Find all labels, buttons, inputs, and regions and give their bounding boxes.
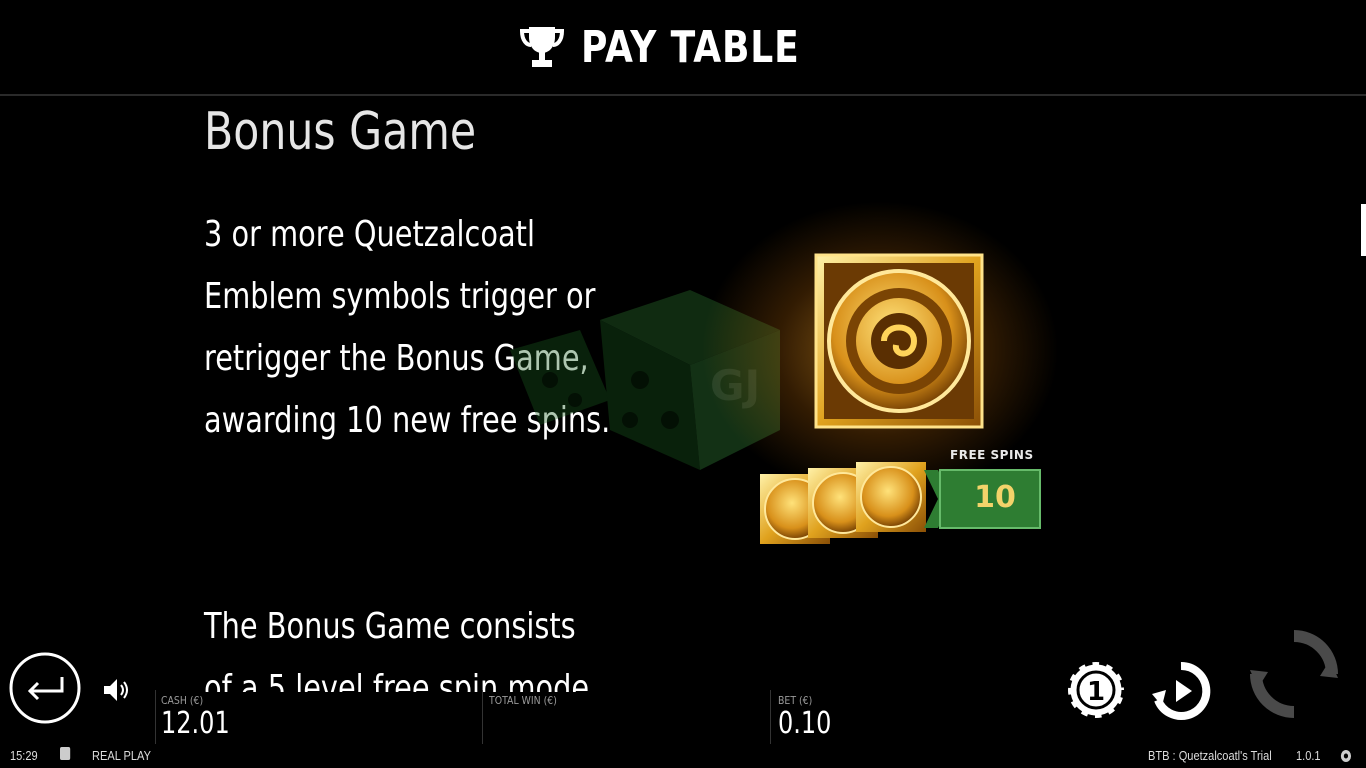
free-spins-value: 10: [974, 480, 1016, 515]
paytable-header: PAY TABLE: [0, 0, 1366, 96]
bonus-description-continued: The Bonus Game consists of a 5 level fre…: [204, 606, 590, 692]
divider: [482, 690, 483, 744]
game-info: BTB : Quetzalcoatl's Trial: [1148, 748, 1272, 763]
scroll-indicator[interactable]: [1361, 204, 1366, 256]
back-icon: [27, 677, 64, 701]
three-emblem-symbols: [760, 462, 926, 544]
trophy-icon: [519, 27, 564, 67]
quetzalcoatl-emblem-symbol: [814, 253, 984, 429]
page-title: PAY TABLE: [580, 21, 800, 73]
bet-value: 0.10: [778, 706, 832, 741]
settings-icon[interactable]: [1340, 749, 1352, 766]
autoplay-button[interactable]: [1150, 660, 1212, 722]
chip-icon: 1: [1087, 677, 1105, 707]
divider: [155, 690, 156, 744]
cash-value: 12.01: [161, 706, 230, 741]
free-spins-label: FREE SPINS: [950, 448, 1034, 462]
status-footer: 15:29 REAL PLAY BTB : Quetzalcoatl's Tri…: [0, 744, 1366, 768]
divider: [770, 690, 771, 744]
play-mode: REAL PLAY: [92, 748, 151, 763]
total-win-label: TOTAL WIN (€): [489, 694, 557, 707]
back-button[interactable]: [8, 651, 82, 725]
paytable-content[interactable]: Bonus Game 3 or more Quetzalcoatl Emblem…: [0, 96, 1366, 692]
version: 1.0.1: [1296, 748, 1321, 763]
bet-chip-button[interactable]: 1: [1066, 660, 1126, 720]
spin-button[interactable]: [1250, 630, 1338, 718]
clock: 15:29: [10, 748, 38, 763]
chat-icon[interactable]: [60, 747, 71, 760]
section-title: Bonus Game: [204, 102, 477, 162]
sound-icon[interactable]: [102, 676, 132, 704]
